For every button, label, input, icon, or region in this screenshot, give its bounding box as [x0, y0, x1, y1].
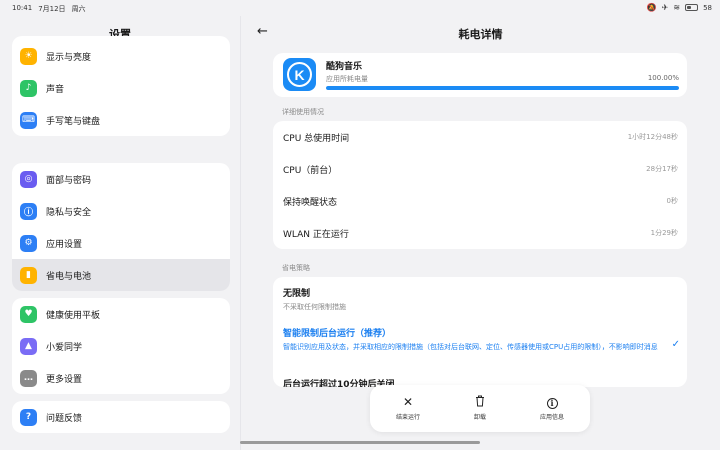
sidebar-item-assistant[interactable]: ▲ 小爱同学: [12, 330, 230, 362]
sidebar-item-health[interactable]: ♥ 健康使用平板: [12, 298, 230, 330]
sidebar-item-label: 小爱同学: [46, 342, 83, 353]
assistant-icon: ▲: [20, 337, 37, 355]
sidebar-item-label: 面部与密码: [46, 175, 92, 186]
sidebar-item-label: 显示与亮度: [46, 52, 92, 63]
policy-section-label: 省电策略: [282, 264, 310, 272]
policy-title: 智能限制后台运行（推荐）: [283, 329, 392, 339]
policy-desc: 智能识别应用及状态，并采取相应的限制措施（包括对后台联网、定位、传感器使用或CP…: [283, 343, 658, 351]
detail-key: CPU 总使用时间: [283, 133, 350, 144]
app-icon-letter: K: [287, 62, 312, 87]
sidebar-item-app-settings[interactable]: ⚙ 应用设置: [12, 227, 230, 259]
uninstall-button[interactable]: 卸载: [450, 395, 510, 421]
status-date: 7月12日: [38, 5, 66, 13]
detail-section-label: 详细使用情况: [282, 108, 324, 116]
sidebar-item-battery[interactable]: ▮ 省电与电池: [12, 259, 230, 291]
policy-desc: 不采取任何限制措施: [283, 303, 346, 311]
app-usage-percent: 100.00%: [647, 74, 679, 82]
detail-value: 28分17秒: [646, 165, 678, 173]
policy-title: 无限制: [283, 289, 311, 299]
app-usage-card: K 酷狗音乐 应用所耗电量 100.00%: [273, 53, 687, 97]
sidebar-item-label: 手写笔与键盘: [46, 116, 101, 127]
sidebar-item-keyboard[interactable]: ⌨ 手写笔与键盘: [12, 104, 230, 136]
more-icon: …: [20, 369, 37, 387]
app-usage-label: 应用所耗电量: [326, 75, 368, 83]
policy-option-unrestricted[interactable]: 无限制 不采取任何限制措施: [283, 286, 678, 312]
settings-sidebar: 设置 ☀ 显示与亮度 ♪ 声音 ⌨ 手写笔与键盘 ◎ 面部与密码 ⓘ 隐私与安全…: [0, 16, 240, 450]
sidebar-item-display[interactable]: ☀ 显示与亮度: [12, 40, 230, 72]
face-icon: ◎: [20, 170, 37, 188]
page-title: 耗电详情: [458, 28, 503, 41]
force-stop-button[interactable]: ✕ 结束运行: [378, 395, 438, 421]
app-info-button[interactable]: i 应用信息: [522, 395, 582, 421]
sidebar-item-face-password[interactable]: ◎ 面部与密码: [12, 163, 230, 195]
info-icon: i: [546, 398, 558, 409]
action-label: 应用信息: [539, 414, 564, 421]
battery-indicator-icon: [685, 4, 699, 11]
settings-group-display: ☀ 显示与亮度 ♪ 声音 ⌨ 手写笔与键盘: [12, 36, 230, 136]
checkmark-icon: ✓: [671, 339, 680, 350]
battery-icon: ▮: [20, 266, 37, 284]
sidebar-item-more-settings[interactable]: … 更多设置: [12, 362, 230, 394]
sidebar-item-label: 应用设置: [46, 239, 83, 250]
home-indicator[interactable]: [240, 441, 480, 444]
action-label: 结束运行: [395, 414, 420, 421]
mute-icon: 🔕: [646, 3, 657, 12]
sidebar-item-sound[interactable]: ♪ 声音: [12, 72, 230, 104]
sidebar-item-label: 问题反馈: [46, 413, 83, 424]
sidebar-item-privacy[interactable]: ⓘ 隐私与安全: [12, 195, 230, 227]
detail-value: 1分29秒: [650, 229, 678, 237]
sidebar-item-label: 声音: [46, 84, 65, 95]
sound-icon: ♪: [20, 79, 37, 97]
sidebar-item-label: 更多设置: [46, 374, 83, 385]
settings-group-more: ♥ 健康使用平板 ▲ 小爱同学 … 更多设置: [12, 298, 230, 394]
detail-value: 1小时12分48秒: [627, 133, 678, 141]
health-icon: ♥: [20, 305, 37, 323]
sidebar-item-feedback[interactable]: ? 问题反馈: [12, 401, 230, 433]
keyboard-icon: ⌨: [20, 111, 37, 129]
settings-group-security: ◎ 面部与密码 ⓘ 隐私与安全 ⚙ 应用设置 ▮ 省电与电池: [12, 163, 230, 291]
sidebar-item-label: 健康使用平板: [46, 310, 101, 321]
app-name: 酷狗音乐: [326, 62, 363, 72]
detail-usage-card: CPU 总使用时间 1小时12分48秒 CPU（前台） 28分17秒 保持唤醒状…: [273, 121, 687, 249]
sidebar-item-label: 省电与电池: [46, 271, 92, 282]
wifi-icon: ≋: [673, 3, 681, 12]
privacy-icon: ⓘ: [20, 202, 37, 220]
trash-icon: [450, 395, 510, 409]
airplane-icon: ✈: [661, 3, 669, 12]
app-action-bar: ✕ 结束运行 卸载 i 应用信息: [370, 385, 590, 432]
sun-icon: ☀: [20, 47, 37, 65]
detail-key: 保持唤醒状态: [283, 197, 338, 208]
detail-row-wlan: WLAN 正在运行 1分29秒: [273, 217, 687, 249]
sidebar-item-label: 隐私与安全: [46, 207, 92, 218]
detail-key: WLAN 正在运行: [283, 229, 349, 240]
status-bar: 10:41 7月12日 周六 🔕 ✈ ≋ 58: [0, 0, 720, 16]
close-icon: ✕: [402, 395, 414, 409]
detail-row-cpu-total: CPU 总使用时间 1小时12分48秒: [273, 121, 687, 153]
app-settings-icon: ⚙: [20, 234, 37, 252]
kugou-app-icon: K: [283, 58, 316, 91]
action-label: 卸载: [473, 414, 486, 421]
status-time: 10:41: [12, 4, 33, 12]
status-weekday: 周六: [71, 5, 86, 13]
power-policy-card: 无限制 不采取任何限制措施 智能限制后台运行（推荐） 智能识别应用及状态，并采取…: [273, 277, 687, 387]
feedback-icon: ?: [20, 408, 37, 426]
detail-row-cpu-foreground: CPU（前台） 28分17秒: [273, 153, 687, 185]
detail-key: CPU（前台）: [283, 165, 338, 176]
usage-progress-bar: [326, 86, 679, 90]
battery-percent: 58: [703, 3, 712, 12]
detail-value: 0秒: [666, 197, 678, 205]
detail-row-wakelock: 保持唤醒状态 0秒: [273, 185, 687, 217]
settings-group-feedback: ? 问题反馈: [12, 401, 230, 433]
policy-option-smart-restrict[interactable]: 智能限制后台运行（推荐） 智能识别应用及状态，并采取相应的限制措施（包括对后台联…: [283, 326, 658, 352]
